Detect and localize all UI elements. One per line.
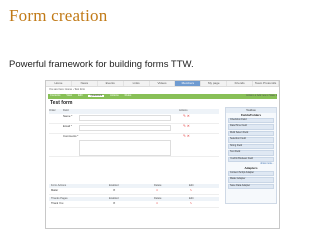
toolbox-item[interactable]: Date/Time Field: [228, 124, 274, 130]
page-title: Test form: [50, 100, 73, 106]
table-row: Comments * ✎ ✕: [49, 134, 219, 157]
tool-menu[interactable]: Actions ▾ Add new ▾ State ▾: [246, 94, 277, 98]
slide-title: Form creation: [9, 6, 108, 25]
edit-icon[interactable]: ✎: [190, 189, 192, 193]
edit-delete-icon[interactable]: ✎ ✕: [183, 134, 190, 139]
nav-item[interactable]: Events: [98, 81, 124, 86]
toolbox-item[interactable]: Multi Select Field: [228, 130, 274, 137]
table-row: Thank You ☑ ✕ ✎: [49, 202, 219, 208]
comments-textarea[interactable]: [79, 140, 171, 156]
field-label: Comments *: [63, 134, 79, 138]
tab-questions[interactable]: Questions: [88, 94, 105, 98]
fields-folders-title: Fields/Folders: [240, 112, 262, 117]
nav-item[interactable]: Friends: [227, 81, 254, 86]
table-row: Name * ✎ ✕: [49, 114, 219, 124]
screenshot-frame: Home News Events Links Videos Members My…: [45, 80, 280, 229]
header-edit: Edit: [189, 197, 194, 200]
thanks-pages-header: Thanks Pages Enabled Delete Edit: [49, 197, 219, 201]
slide-subtitle: Powerful framework for building forms TT…: [9, 59, 194, 70]
name-field[interactable]: [79, 115, 171, 121]
adapter-name[interactable]: Mailer: [51, 189, 58, 193]
toolbox-item[interactable]: Content Script Adapter: [228, 170, 274, 177]
nav-item[interactable]: Members: [175, 81, 202, 86]
nav-item[interactable]: Links: [124, 81, 150, 86]
enabled-checkbox[interactable]: ☑: [113, 202, 115, 206]
form-actions-header: Form Actions Enabled Delete Edit: [49, 184, 219, 188]
delete-icon[interactable]: ✕: [156, 202, 158, 206]
nav-item[interactable]: My page: [201, 81, 228, 86]
table-row: Mailer ☑ ✕ ✎: [49, 189, 219, 195]
field-label: Name *: [63, 114, 73, 118]
header-edit: Edit: [189, 184, 194, 187]
email-field[interactable]: [79, 125, 171, 131]
header-delete: Delete: [154, 184, 162, 187]
toolbox-panel: Toolbox Fields/Folders Checkbox Field Da…: [225, 107, 277, 204]
header-delete: Delete: [154, 197, 162, 200]
header-enabled: Enabled: [109, 197, 119, 200]
toolbox-item[interactable]: Checkbox Field: [228, 117, 274, 124]
tab-edit[interactable]: Edit: [78, 94, 82, 98]
nav-item[interactable]: News: [72, 81, 98, 86]
header-enabled: Enabled: [109, 184, 119, 187]
edit-delete-icon[interactable]: ✎ ✕: [183, 114, 190, 119]
toolbox-item[interactable]: Selection Field: [228, 137, 274, 143]
tab-rules[interactable]: Rules: [125, 94, 132, 98]
header-thanks-pages: Thanks Pages: [51, 197, 68, 200]
breadcrumb: You are here: Home › Test form: [49, 88, 86, 91]
enabled-checkbox[interactable]: ☑: [113, 189, 115, 193]
header-form-actions: Form Actions: [51, 184, 67, 187]
edit-delete-icon[interactable]: ✎ ✕: [183, 124, 190, 129]
edit-icon[interactable]: ✎: [190, 202, 192, 206]
thanks-page-name[interactable]: Thank You: [51, 202, 63, 206]
toolbox-item[interactable]: Mailer Adapter: [228, 177, 274, 183]
toolbox-item[interactable]: Save Data Adapter: [228, 183, 274, 190]
toolbox-item[interactable]: String Field: [228, 143, 274, 150]
action-tabs: Contents View Edit Questions Actions Rul…: [48, 93, 277, 99]
adapters-title: Adapters: [244, 165, 258, 170]
field-label: Email *: [63, 124, 72, 128]
nav-item[interactable]: Team Protocolls: [253, 81, 279, 86]
table-row: Email * ✎ ✕: [49, 124, 219, 134]
nav-item[interactable]: Home: [46, 81, 72, 86]
delete-icon[interactable]: ✕: [156, 189, 158, 193]
tab-view[interactable]: View: [66, 94, 72, 98]
toolbox-item[interactable]: Text Field: [228, 150, 274, 156]
tab-actions[interactable]: Actions: [110, 94, 119, 98]
top-nav: Home News Events Links Videos Members My…: [46, 81, 279, 87]
nav-item[interactable]: Videos: [150, 81, 176, 86]
tab-contents[interactable]: Contents: [50, 94, 60, 98]
